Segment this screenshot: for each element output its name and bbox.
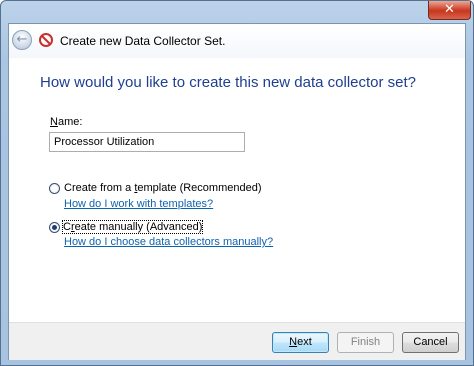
- wizard-footer: Next Finish Cancel: [9, 322, 465, 360]
- template-radio[interactable]: [49, 183, 60, 194]
- templates-help-link[interactable]: How do I work with templates?: [64, 198, 213, 210]
- close-icon: ✕: [444, 2, 455, 17]
- manual-radio[interactable]: [49, 222, 60, 233]
- wizard-window: ✕ ← Create new Data Collector Set. How w…: [0, 0, 474, 366]
- back-arrow-icon: ←: [16, 32, 28, 47]
- manual-option-label[interactable]: Create manually (Advanced): [61, 220, 204, 234]
- next-button[interactable]: Next: [272, 332, 329, 353]
- finish-button[interactable]: Finish: [337, 332, 394, 353]
- name-label: Name:: [50, 116, 83, 128]
- back-button[interactable]: ←: [12, 30, 32, 50]
- manual-help-link[interactable]: How do I choose data collectors manually…: [64, 236, 273, 248]
- name-input[interactable]: Processor Utilization: [49, 132, 245, 152]
- page-heading: How would you like to create this new da…: [40, 74, 417, 91]
- data-collector-icon: [39, 33, 53, 47]
- wizard-content: ← Create new Data Collector Set. How wou…: [8, 23, 466, 360]
- cancel-button[interactable]: Cancel: [402, 332, 459, 353]
- template-option-label[interactable]: Create from a template (Recommended): [64, 182, 262, 194]
- close-button[interactable]: ✕: [428, 1, 471, 20]
- wizard-title: Create new Data Collector Set.: [60, 34, 226, 48]
- wizard-header: ← Create new Data Collector Set.: [9, 24, 465, 58]
